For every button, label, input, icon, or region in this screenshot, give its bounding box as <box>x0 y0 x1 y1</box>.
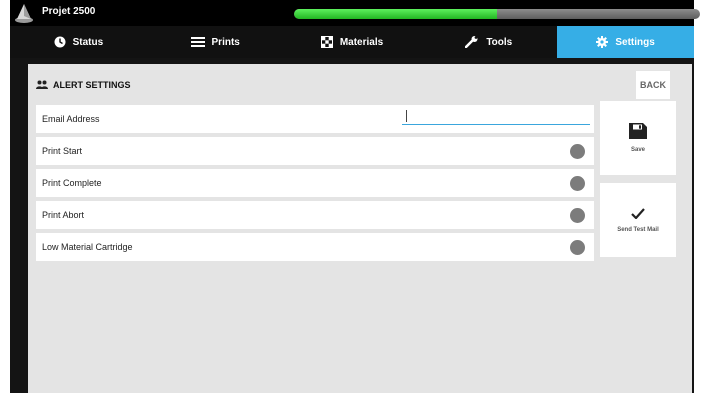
send-test-mail-label: Send Test Mail <box>617 226 659 233</box>
checkmark-icon <box>631 207 645 219</box>
tab-status-label: Status <box>72 36 104 48</box>
main-tab-bar: Status Prints Materials Tools Settings <box>10 26 694 58</box>
alert-settings-panel: ALERT SETTINGS BACK Email Address Print … <box>28 64 692 393</box>
low-material-cartridge-row: Low Material Cartridge <box>36 233 594 261</box>
print-start-toggle[interactable] <box>570 144 585 159</box>
print-complete-row: Print Complete <box>36 169 594 197</box>
email-address-input[interactable] <box>402 124 590 125</box>
content-area: ALERT SETTINGS BACK Email Address Print … <box>10 58 694 393</box>
tab-settings-label: Settings <box>615 36 655 48</box>
text-cursor <box>406 110 407 122</box>
panel-title: ALERT SETTINGS <box>53 80 131 90</box>
print-start-label: Print Start <box>42 146 83 156</box>
tab-materials-label: Materials <box>339 36 384 48</box>
app-title: Projet 2500 <box>42 6 96 17</box>
printer-logo-icon <box>15 4 33 23</box>
wrench-icon <box>465 36 478 48</box>
print-abort-row: Print Abort <box>36 201 594 229</box>
tab-status[interactable]: Status <box>10 26 147 58</box>
print-progress-fill <box>294 9 497 19</box>
send-test-mail-button[interactable]: Send Test Mail <box>600 183 676 257</box>
tab-settings[interactable]: Settings <box>557 26 694 58</box>
tab-prints-label: Prints <box>211 36 240 48</box>
clock-icon <box>54 36 66 48</box>
print-complete-label: Print Complete <box>42 178 102 188</box>
checkerboard-icon <box>320 36 333 48</box>
floppy-disk-icon <box>629 123 647 139</box>
users-icon <box>36 80 48 89</box>
email-address-label: Email Address <box>42 114 100 124</box>
low-material-cartridge-label: Low Material Cartridge <box>42 242 133 252</box>
tab-tools-label: Tools <box>486 36 513 48</box>
tab-prints[interactable]: Prints <box>147 26 284 58</box>
tab-tools[interactable]: Tools <box>420 26 557 58</box>
tab-materials[interactable]: Materials <box>284 26 421 58</box>
print-start-row: Print Start <box>36 137 594 165</box>
save-button[interactable]: Save <box>600 101 676 175</box>
print-abort-label: Print Abort <box>42 210 85 220</box>
print-abort-toggle[interactable] <box>570 208 585 223</box>
list-icon <box>190 37 205 47</box>
title-bar: Projet 2500 <box>10 0 700 26</box>
back-button[interactable]: BACK <box>636 71 670 99</box>
print-progress-bar <box>294 9 700 19</box>
gear-icon <box>596 36 609 48</box>
email-address-row[interactable]: Email Address <box>36 105 594 133</box>
save-label: Save <box>630 147 645 153</box>
print-complete-toggle[interactable] <box>570 176 585 191</box>
panel-header: ALERT SETTINGS <box>36 80 131 90</box>
low-material-cartridge-toggle[interactable] <box>570 240 585 255</box>
